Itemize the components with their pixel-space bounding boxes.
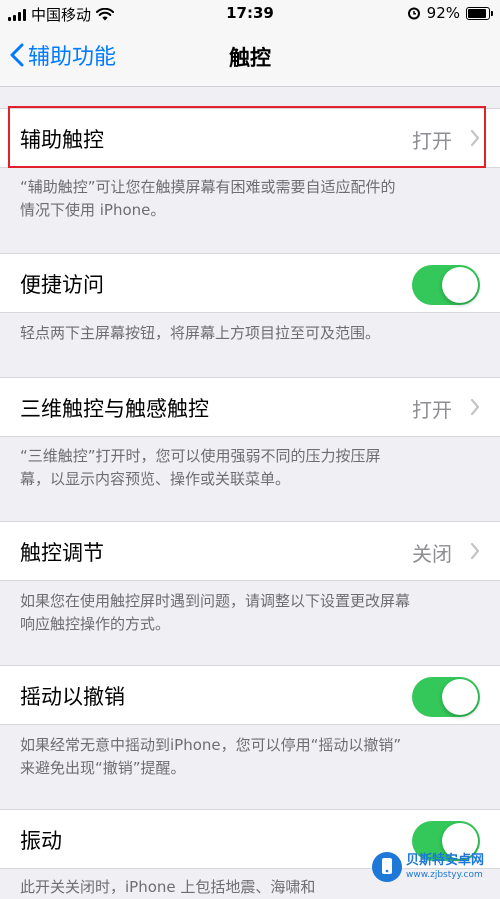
shake-to-undo-footer: 如果经常无意中摇动到iPhone，您可以停用“摇动以撤销” 来避免出现“撤销”提… — [20, 736, 402, 777]
watermark: 贝斯特安卓网 www.zjbstyy.com — [372, 852, 484, 882]
3d-touch-footer: “三维触控”打开时，您可以使用强弱不同的压力按压屏 幕，以显示内容预览、操作或关… — [20, 447, 381, 488]
touch-accommodations-row[interactable]: 触控调节 关闭 — [0, 521, 500, 581]
chevron-right-icon — [470, 129, 480, 147]
watermark-logo-icon — [372, 852, 402, 882]
assistivetouch-footer: “辅助触控”可让您在触摸屏幕有困难或需要自适应配件的 情况下使用 iPhone。 — [20, 178, 396, 219]
chevron-right-icon — [470, 542, 480, 560]
row-value: 打开 — [412, 129, 452, 153]
status-bar: 中国移动 17:39 92% — [0, 0, 500, 26]
watermark-name: 贝斯特安卓网 — [406, 853, 485, 868]
battery-percent: 92% — [426, 4, 460, 22]
page-title: 触控 — [229, 46, 271, 70]
row-label: 便捷访问 — [20, 273, 104, 297]
chevron-right-icon — [470, 398, 480, 416]
row-label: 触控调节 — [20, 541, 104, 565]
shake-to-undo-row: 摇动以撤销 — [0, 665, 500, 725]
row-label: 辅助触控 — [20, 128, 104, 152]
battery-icon — [466, 6, 493, 20]
status-right: 92% — [407, 4, 493, 22]
row-label: 三维触控与触感触控 — [20, 397, 209, 421]
row-value: 打开 — [412, 398, 452, 422]
assistivetouch-row[interactable]: 辅助触控 打开 — [0, 108, 500, 168]
watermark-url: www.zjbstyy.com — [406, 870, 483, 880]
navigation-bar: 辅助功能 触控 — [0, 26, 500, 87]
row-label: 摇动以撤销 — [20, 685, 125, 709]
reachability-row: 便捷访问 — [0, 253, 500, 313]
shake-to-undo-toggle[interactable] — [412, 677, 480, 717]
row-value: 关闭 — [412, 542, 452, 566]
reachability-toggle[interactable] — [412, 265, 480, 305]
alarm-icon — [407, 7, 420, 20]
touch-accommodations-footer: 如果您在使用触控屏时遇到问题，请调整以下设置更改屏幕 响应触控操作的方式。 — [20, 592, 411, 633]
reachability-footer: 轻点两下主屏幕按钮，将屏幕上方项目拉至可及范围。 — [20, 324, 381, 342]
row-label: 振动 — [20, 829, 62, 853]
3d-touch-row[interactable]: 三维触控与触感触控 打开 — [0, 377, 500, 437]
